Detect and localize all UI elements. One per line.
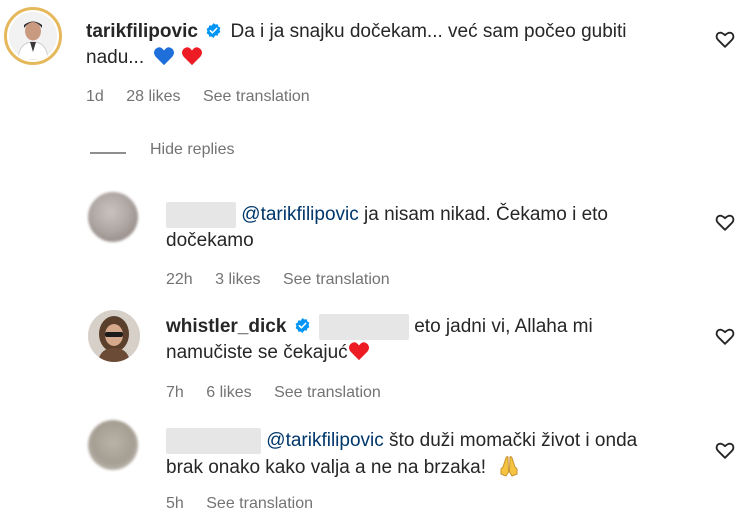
comment-meta: 1d 28 likes See translation [86,88,328,106]
comment-text-line1: Da i ja snajku dočekam... već sam počeo … [230,21,627,42]
reply-meta: 22h 3 likes See translation [166,271,408,289]
avatar-tarikfilipovic[interactable] [4,7,62,65]
mention-link[interactable]: @tarikfilipovic [266,430,383,451]
profile-photo [88,310,140,362]
reply-body: @tarikfilipovic što duži momački život i… [166,428,706,481]
comment-likes[interactable]: 28 likes [126,88,180,105]
reply-text-line2: namučiste se čekajuć [166,342,348,363]
comment-text-line2: nadu... [86,47,145,68]
reply-body: @tarikfilipovic ja nisam nikad. Čekamo i… [166,202,706,254]
redacted-username [166,202,236,228]
reply-text-line1: što duži momački život i onda [383,430,638,451]
mention-link[interactable]: @tarikfilipovic [241,204,358,225]
avatar-blurred[interactable] [88,192,138,242]
hide-replies-divider [90,152,126,154]
profile-photo [9,12,57,60]
reply-likes[interactable]: 3 likes [215,271,260,288]
reply-time: 22h [166,271,193,288]
comment-body: tarikfilipovic Da i ja snajku dočekam...… [86,19,696,71]
red-heart-icon [181,47,202,66]
avatar-whistler-dick[interactable] [88,310,140,362]
praying-hands-icon [500,456,518,477]
comment-username[interactable]: tarikfilipovic [86,21,198,42]
redacted-mention [318,314,409,340]
reply-username[interactable]: whistler_dick [166,316,286,337]
reply-meta: 7h 6 likes See translation [166,384,399,402]
hide-replies-button[interactable]: Hide replies [150,141,234,159]
reply-likes[interactable]: 6 likes [206,384,251,401]
reply-time: 7h [166,384,184,401]
red-heart-icon [348,342,369,361]
comment-time: 1d [86,88,104,105]
verified-badge-icon [206,23,221,38]
like-heart-icon[interactable] [714,28,736,50]
see-translation-link[interactable]: See translation [274,384,381,401]
see-translation-link[interactable]: See translation [283,271,390,288]
verified-badge-icon [295,318,310,333]
like-heart-icon[interactable] [714,211,736,233]
reply-body: whistler_dick eto jadni vi, Allaha mi na… [166,314,706,366]
reply-meta: 5h See translation [166,495,331,513]
blue-heart-icon [154,47,175,66]
redacted-username [166,428,261,454]
reply-time: 5h [166,495,184,512]
reply-text-line1: eto jadni vi, Allaha mi [414,316,593,337]
see-translation-link[interactable]: See translation [203,88,310,105]
see-translation-link[interactable]: See translation [206,495,313,512]
reply-text-line1: ja nisam nikad. Čekamo i eto [358,204,608,225]
like-heart-icon[interactable] [714,439,736,461]
reply-text-line2: brak onako kako valja a ne na brzaka! [166,457,487,478]
avatar-blurred[interactable] [88,420,138,470]
reply-text-line2: dočekamo [166,230,254,251]
like-heart-icon[interactable] [714,325,736,347]
